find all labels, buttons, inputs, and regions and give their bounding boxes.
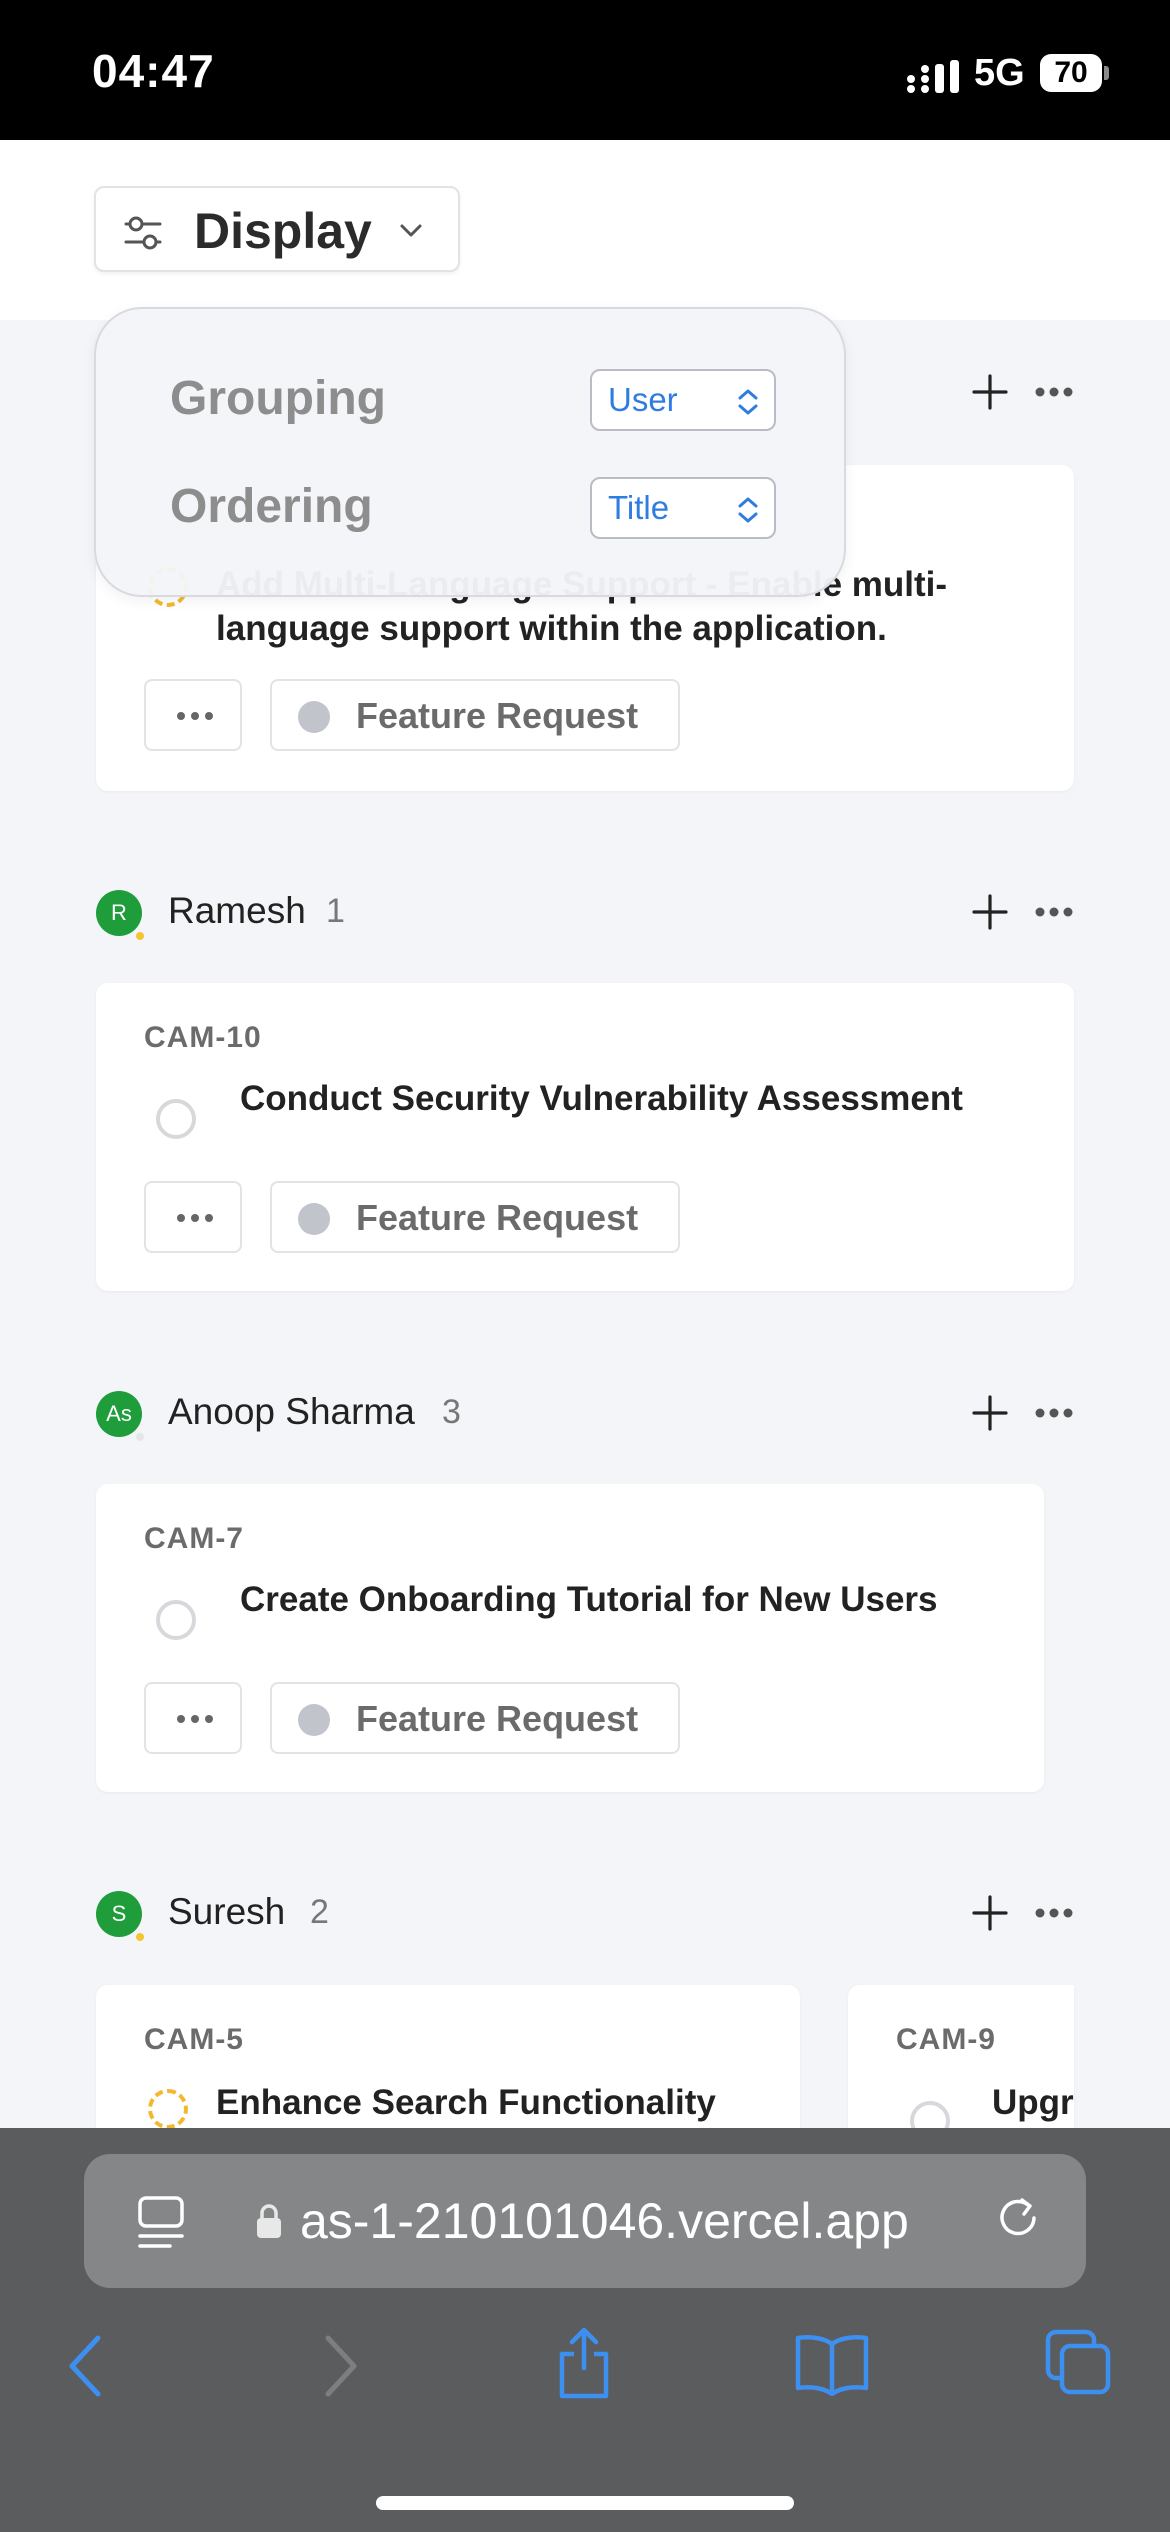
presence-dot-icon bbox=[136, 932, 144, 940]
ordering-label: Ordering bbox=[170, 480, 373, 533]
group-header-ramesh: R Ramesh 1 bbox=[96, 882, 1076, 942]
group-header-anoop-sharma: As Anoop Sharma 3 bbox=[96, 1383, 1076, 1443]
ordering-select[interactable]: Title bbox=[590, 477, 776, 539]
network-label: 5G bbox=[974, 52, 1025, 94]
url-text: as-1-210101046.vercel.app bbox=[300, 2193, 909, 2249]
card-id: CAM-10 bbox=[144, 1021, 262, 1054]
tag-dot-icon bbox=[298, 1203, 330, 1235]
reload-icon[interactable] bbox=[996, 2196, 1044, 2248]
group-count: 3 bbox=[442, 1393, 461, 1431]
more-icon[interactable] bbox=[1034, 1907, 1074, 1919]
issue-card[interactable]: CAM-10 Conduct Security Vulnerability As… bbox=[96, 983, 1074, 1291]
presence-dot-icon bbox=[136, 1933, 144, 1941]
card-title: Create Onboarding Tutorial for New Users bbox=[240, 1580, 938, 1619]
card-title: Upgr bbox=[992, 2083, 1074, 2122]
tabs-icon[interactable] bbox=[1044, 2328, 1114, 2398]
card-id: CAM-5 bbox=[144, 2023, 244, 2056]
in-progress-status-icon[interactable] bbox=[148, 2089, 188, 2129]
feature-request-tag[interactable]: Feature Request bbox=[270, 1181, 680, 1253]
display-popover: Grouping User Ordering Title bbox=[94, 307, 846, 597]
signal-icon bbox=[907, 60, 959, 93]
ellipsis-icon bbox=[177, 1715, 213, 1723]
back-icon[interactable] bbox=[66, 2334, 106, 2398]
group-count: 2 bbox=[310, 1893, 329, 1931]
chevron-down-icon bbox=[400, 224, 422, 237]
lock-icon bbox=[257, 2204, 281, 2238]
address-bar[interactable]: as-1-210101046.vercel.app bbox=[84, 2154, 1086, 2288]
share-icon[interactable] bbox=[552, 2324, 616, 2400]
display-button[interactable]: Display bbox=[94, 186, 460, 272]
todo-status-icon[interactable] bbox=[156, 1099, 196, 1139]
card-menu-button[interactable] bbox=[144, 1682, 242, 1754]
forward-icon[interactable] bbox=[320, 2334, 360, 2398]
tag-dot-icon bbox=[298, 1704, 330, 1736]
more-icon[interactable] bbox=[1034, 386, 1074, 398]
plus-icon[interactable] bbox=[972, 1895, 1008, 1931]
home-indicator bbox=[376, 2496, 794, 2510]
card-title: Conduct Security Vulnerability Assessmen… bbox=[240, 1079, 963, 1118]
tab-overview-icon[interactable] bbox=[136, 2194, 186, 2250]
status-bar: 04:47 5G 70 bbox=[0, 0, 1170, 140]
group-header-suresh: S Suresh 2 bbox=[96, 1883, 1076, 1943]
top-bar: Display bbox=[0, 140, 1170, 320]
grouping-select[interactable]: User bbox=[590, 369, 776, 431]
card-title-line2: language support within the application. bbox=[216, 609, 887, 648]
avatar: S bbox=[96, 1891, 142, 1937]
group-name: Ramesh bbox=[168, 890, 306, 931]
more-icon[interactable] bbox=[1034, 906, 1074, 918]
issue-card[interactable]: CAM-7 Create Onboarding Tutorial for New… bbox=[96, 1484, 1044, 1792]
battery-level: 70 bbox=[1040, 54, 1102, 92]
card-id: CAM-9 bbox=[896, 2023, 996, 2056]
grouping-label: Grouping bbox=[170, 372, 386, 425]
status-time: 04:47 bbox=[92, 45, 215, 97]
select-arrows-icon bbox=[738, 389, 758, 415]
group-count: 1 bbox=[326, 892, 345, 930]
more-icon[interactable] bbox=[1034, 1407, 1074, 1419]
bookmarks-icon[interactable] bbox=[794, 2332, 870, 2396]
feature-request-tag[interactable]: Feature Request bbox=[270, 679, 680, 751]
feature-request-tag[interactable]: Feature Request bbox=[270, 1682, 680, 1754]
presence-dot-icon bbox=[136, 1433, 144, 1441]
card-id: CAM-7 bbox=[144, 1522, 244, 1555]
ellipsis-icon bbox=[177, 1214, 213, 1222]
avatar: R bbox=[96, 890, 142, 936]
sliders-icon bbox=[124, 216, 162, 250]
avatar: As bbox=[96, 1391, 142, 1437]
card-menu-button[interactable] bbox=[144, 1181, 242, 1253]
group-name: Anoop Sharma bbox=[168, 1391, 415, 1432]
card-title: Enhance Search Functionality bbox=[216, 2083, 716, 2122]
todo-status-icon[interactable] bbox=[156, 1600, 196, 1640]
plus-icon[interactable] bbox=[972, 374, 1008, 410]
display-label: Display bbox=[194, 203, 372, 259]
ellipsis-icon bbox=[177, 712, 213, 720]
tag-dot-icon bbox=[298, 701, 330, 733]
browser-toolbar: as-1-210101046.vercel.app bbox=[0, 2128, 1170, 2532]
plus-icon[interactable] bbox=[972, 1395, 1008, 1431]
select-arrows-icon bbox=[738, 497, 758, 523]
group-name: Suresh bbox=[168, 1891, 286, 1932]
battery-icon: 70 bbox=[1040, 54, 1112, 92]
plus-icon[interactable] bbox=[972, 894, 1008, 930]
card-menu-button[interactable] bbox=[144, 679, 242, 751]
